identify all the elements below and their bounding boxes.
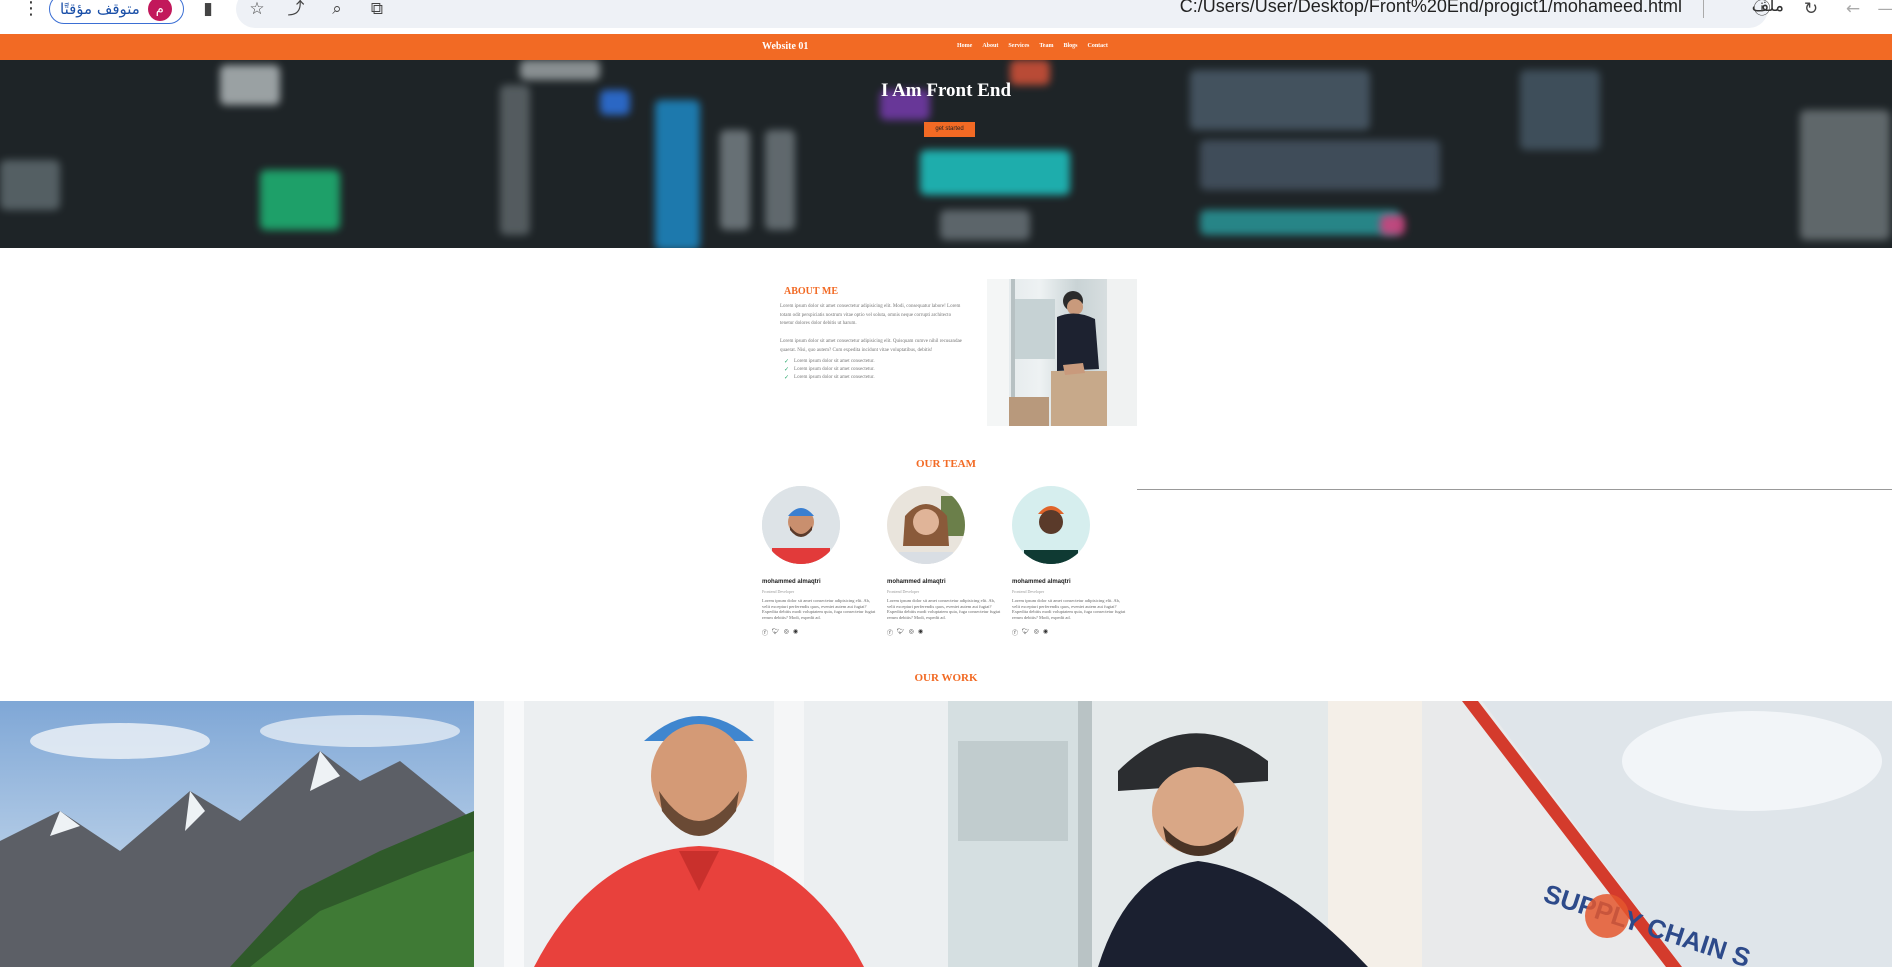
- site-navbar: Website 01 Home About Services Team Blog…: [0, 34, 1892, 60]
- back-icon[interactable]: ←: [1842, 0, 1864, 20]
- team-member-photo: [1012, 486, 1090, 564]
- nav-link-about[interactable]: About: [982, 43, 998, 49]
- team-member-role: Frontend Developer: [762, 589, 795, 594]
- section-divider: [1137, 489, 1892, 490]
- about-paragraph-2: Lorem ipsum dolor sit amet consectetur a…: [780, 339, 962, 353]
- team-member-role: Frontend Developer: [887, 589, 920, 594]
- zoom-icon[interactable]: ⌕: [326, 0, 348, 20]
- browser-toolbar: ⋮ متوقف مؤقتًا م ▮ ☆ ⤴ ⌕ ⧉ C:/Users/User…: [0, 0, 1892, 34]
- team-member-photo: [762, 486, 840, 564]
- nav-links: Home About Services Team Blogs Contact: [957, 43, 1108, 49]
- check-icon: ✓: [784, 375, 790, 381]
- work-tile-mountains[interactable]: [0, 701, 474, 967]
- social-links: ⓕ 🐦︎ ◎ ◉: [887, 628, 923, 637]
- team-member-role: Frontend Developer: [1012, 589, 1045, 594]
- twitter-icon[interactable]: 🐦︎: [772, 628, 780, 637]
- list-item: ✓ Lorem ipsum dolor sit amet consectetur.: [784, 367, 875, 373]
- list-item: ✓ Lorem ipsum dolor sit amet consectetur.: [784, 375, 875, 381]
- address-divider: [1703, 0, 1704, 18]
- nav-link-blogs[interactable]: Blogs: [1063, 43, 1077, 49]
- get-started-button[interactable]: get started: [924, 122, 975, 137]
- instagram-icon[interactable]: ◎: [1034, 628, 1039, 637]
- site-info-icon[interactable]: ⓘ: [1751, 0, 1773, 20]
- about-image: [987, 279, 1137, 426]
- work-tile-packing-man[interactable]: [948, 701, 1422, 967]
- about-title: ABOUT ME: [784, 286, 838, 297]
- about-list: ✓ Lorem ipsum dolor sit amet consectetur.…: [784, 358, 875, 382]
- about-paragraph-1: Lorem ipsum dolor sit amet consectetur a…: [780, 304, 961, 326]
- site-brand[interactable]: Website 01: [762, 41, 808, 52]
- instagram-icon[interactable]: ◎: [784, 628, 789, 637]
- team-member-bio: Lorem ipsum dolor sit amet consectetur a…: [1012, 598, 1126, 620]
- team-member-photo: [887, 486, 965, 564]
- work-tile-truck[interactable]: SUPPLY CHAIN S: [1422, 701, 1892, 967]
- facebook-icon[interactable]: ⓕ: [887, 628, 893, 637]
- reload-icon[interactable]: ↻: [1800, 0, 1822, 20]
- team-member-bio: Lorem ipsum dolor sit amet consectetur a…: [762, 598, 876, 620]
- sidebar-icon[interactable]: ▮: [197, 0, 219, 20]
- facebook-icon[interactable]: ⓕ: [762, 628, 768, 637]
- team-title: OUR TEAM: [916, 458, 976, 470]
- hero-section: I Am Front End get started: [0, 60, 1892, 248]
- work-title: OUR WORK: [914, 672, 978, 684]
- dribbble-icon[interactable]: ◉: [793, 628, 798, 637]
- twitter-icon[interactable]: 🐦︎: [1022, 628, 1030, 637]
- paused-label: متوقف مؤقتًا: [60, 0, 140, 18]
- dribbble-icon[interactable]: ◉: [918, 628, 923, 637]
- dribbble-icon[interactable]: ◉: [1043, 628, 1048, 637]
- team-member-card: mohammed almaqtri Frontend Developer Lor…: [1012, 486, 1132, 637]
- nav-link-contact[interactable]: Contact: [1087, 43, 1107, 49]
- avatar: م: [147, 0, 172, 21]
- nav-link-team[interactable]: Team: [1039, 43, 1053, 49]
- check-icon: ✓: [784, 367, 790, 373]
- team-member-name: mohammed almaqtri: [887, 579, 946, 585]
- profile-paused-button[interactable]: متوقف مؤقتًا م: [49, 0, 184, 24]
- nav-link-home[interactable]: Home: [957, 43, 972, 49]
- team-member-card: mohammed almaqtri Frontend Developer Lor…: [762, 486, 882, 637]
- forward-icon[interactable]: —: [1875, 0, 1892, 20]
- share-icon[interactable]: ⤴: [285, 0, 307, 20]
- browser-menu-icon[interactable]: ⋮: [22, 0, 40, 18]
- social-links: ⓕ 🐦︎ ◎ ◉: [1012, 628, 1048, 637]
- social-links: ⓕ 🐦︎ ◎ ◉: [762, 628, 798, 637]
- check-icon: ✓: [784, 359, 790, 365]
- hero-title: I Am Front End: [880, 80, 1012, 101]
- translate-icon[interactable]: ⧉: [366, 0, 388, 20]
- team-member-card: mohammed almaqtri Frontend Developer Lor…: [887, 486, 1007, 637]
- team-member-name: mohammed almaqtri: [762, 579, 821, 585]
- facebook-icon[interactable]: ⓕ: [1012, 628, 1018, 637]
- bookmark-star-icon[interactable]: ☆: [246, 0, 268, 20]
- nav-link-services[interactable]: Services: [1008, 43, 1029, 49]
- address-url[interactable]: C:/Users/User/Desktop/Front%20End/progic…: [1180, 0, 1682, 17]
- work-tile-delivery-man[interactable]: [474, 701, 948, 967]
- twitter-icon[interactable]: 🐦︎: [897, 628, 905, 637]
- instagram-icon[interactable]: ◎: [909, 628, 914, 637]
- team-member-name: mohammed almaqtri: [1012, 579, 1071, 585]
- team-member-bio: Lorem ipsum dolor sit amet consectetur a…: [887, 598, 1001, 620]
- list-item: ✓ Lorem ipsum dolor sit amet consectetur.: [784, 359, 875, 365]
